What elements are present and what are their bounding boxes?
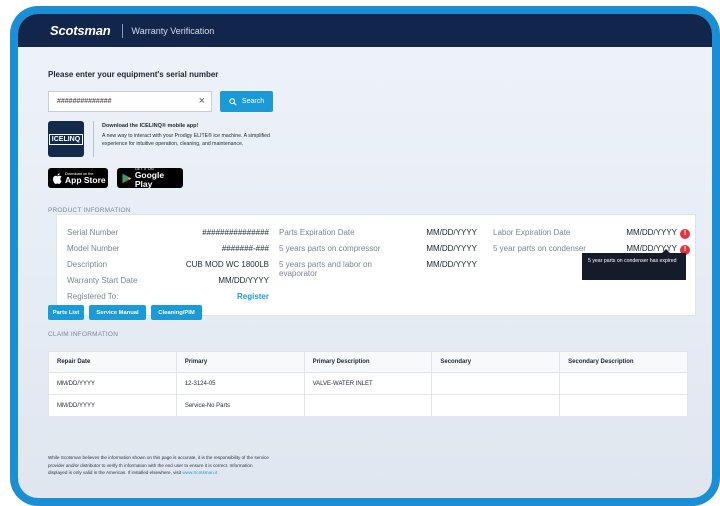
warranty-start-label: Warranty Start Date [67, 276, 138, 285]
app-store-button[interactable]: Download on the App Store [48, 168, 108, 188]
warranty-start-row: Warranty Start Date MM/DD/YYYY [67, 276, 269, 288]
apple-icon [53, 172, 62, 184]
google-play-button[interactable]: GET IT ON Google Play [117, 167, 183, 189]
table-header: Primary Description [303, 351, 433, 373]
table-cell: 12-3124-05 [175, 372, 305, 395]
iceliniq-logo-text: ICELINQ [48, 133, 84, 145]
evaporator-label-line2: evaporator [279, 269, 318, 278]
scotsman-it-link[interactable]: www.Scotsman.it [182, 470, 217, 475]
table-cell [559, 394, 688, 417]
cleaning-pim-button[interactable]: Cleaning/PIM [151, 305, 202, 320]
page-title: Warranty Verification [131, 25, 215, 36]
labor-expiration-label: Labor Expiration Date [493, 228, 571, 237]
table-cell: MM/DD/YYYY [48, 372, 177, 395]
table-cell [303, 394, 433, 417]
description-label: Description [67, 260, 108, 269]
evaporator-label: 5 years parts and labor on [279, 260, 372, 269]
labor-expiration-value: MM/DD/YYYY [626, 228, 677, 237]
evaporator-row-cont: evaporator [279, 269, 317, 281]
product-section-label: PRODUCT INFORMATION [48, 207, 131, 214]
service-manual-button[interactable]: Service Manual [89, 305, 146, 320]
screen: Scotsman Warranty Verification Please en… [18, 14, 712, 498]
evaporator-value: MM/DD/YYYY [426, 260, 477, 269]
parts-expiration-value: MM/DD/YYYY [426, 228, 477, 237]
disclaimer-text: displayed is only valid in the Americas.… [48, 470, 183, 475]
parts-expiration-row: Parts Expiration Date MM/DD/YYYY [279, 228, 477, 240]
registered-to-label: Registered To: [67, 292, 119, 301]
serial-number-label: Serial Number [67, 228, 119, 237]
table-header: Repair Date [48, 351, 177, 373]
table-cell [431, 394, 561, 417]
registered-to-row: Registered To: Register [67, 292, 269, 304]
promo-divider [93, 121, 94, 157]
serial-number-row: Serial Number ############### [67, 228, 269, 240]
disclaimer-footer: While Scotsman believes the information … [48, 454, 328, 477]
table-row: MM/DD/YYYY Service-No Parts [48, 394, 688, 417]
serial-search-input[interactable]: ############## × [48, 91, 212, 112]
scotsman-logo[interactable]: Scotsman [50, 23, 111, 38]
table-header: Secondary Description [559, 351, 688, 373]
warranty-start-value: MM/DD/YYYY [218, 276, 269, 285]
table-cell: Service-No Parts [175, 394, 305, 417]
table-header: Primary [175, 351, 305, 373]
device-frame: Scotsman Warranty Verification Please en… [10, 6, 720, 506]
description-row: Description CUB MOD WC 1800LB [67, 260, 269, 272]
claim-section-label: CLAIM INFORMATION [48, 331, 119, 338]
condenser-expired-tooltip: 5 year parts on condenser has expired [582, 253, 686, 280]
disclaimer-line: displayed is only valid in the Americas.… [48, 469, 328, 477]
condenser-label: 5 year parts on condenser [493, 244, 586, 253]
top-bar: Scotsman Warranty Verification [18, 14, 712, 47]
parts-expiration-label: Parts Expiration Date [279, 228, 355, 237]
compressor-value: MM/DD/YYYY [426, 244, 477, 253]
claim-table: Repair Date Primary Primary Description … [48, 351, 688, 417]
disclaimer-line: provider and/or distributor to verify th… [48, 462, 253, 468]
table-cell: MM/DD/YYYY [48, 394, 177, 417]
app-store-label: App Store [65, 174, 106, 185]
table-header-row: Repair Date Primary Primary Description … [48, 351, 688, 373]
model-number-value: #######-### [221, 244, 269, 253]
header-divider [121, 23, 123, 38]
table-row: MM/DD/YYYY 12-3124-05 VALVE-WATER INLET [48, 372, 688, 395]
search-button[interactable]: Search [220, 91, 273, 112]
promo-title: Download the ICELINQ® mobile app! [102, 123, 199, 129]
disclaimer-line: While Scotsman believes the information … [48, 455, 269, 460]
table-cell [431, 372, 561, 395]
serial-number-value: ############### [202, 228, 269, 237]
serial-input-value: ############## [57, 98, 112, 105]
clear-icon[interactable]: × [199, 95, 205, 107]
iceliniq-app-icon: ICELINQ [48, 121, 84, 157]
register-link[interactable]: Register [163, 292, 269, 301]
model-number-label: Model Number [67, 244, 120, 253]
google-play-label: Google Play [134, 170, 165, 189]
table-cell: VALVE-WATER INLET [303, 372, 433, 395]
compressor-label: 5 years parts on compressor [279, 244, 381, 253]
serial-prompt: Please enter your equipment's serial num… [48, 70, 219, 79]
search-icon [229, 97, 237, 106]
search-button-label: Search [241, 98, 265, 105]
table-header: Secondary [431, 351, 561, 373]
condenser-row: 5 year parts on condenser MM/DD/YYYY [493, 244, 677, 256]
promo-text: A new way to interact with your Prodigy … [102, 133, 270, 147]
labor-expiration-row: Labor Expiration Date MM/DD/YYYY [493, 228, 677, 240]
table-cell [559, 372, 688, 395]
model-number-row: Model Number #######-### [67, 244, 269, 256]
google-play-icon [122, 173, 132, 183]
parts-list-button[interactable]: Parts List [48, 305, 84, 320]
compressor-row: 5 years parts on compressor MM/DD/YYYY [279, 244, 477, 256]
description-value: CUB MOD WC 1800LB [185, 260, 269, 269]
alert-icon[interactable]: ! [680, 229, 690, 239]
